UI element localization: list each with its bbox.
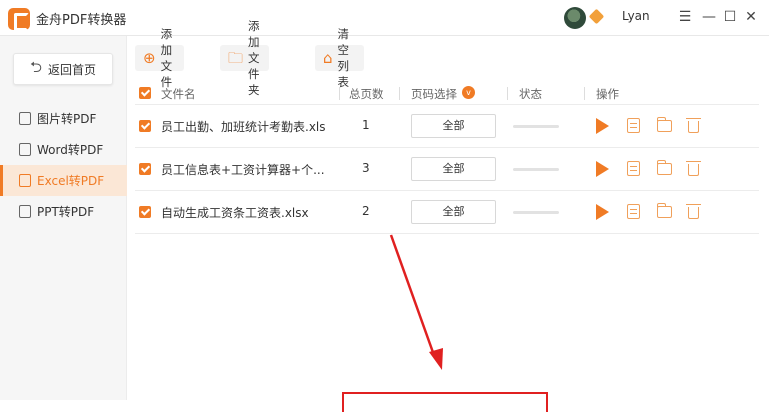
table-row: 自动生成工资条工资表.xlsx 2 全部 bbox=[135, 191, 759, 234]
trash-icon[interactable] bbox=[686, 118, 701, 133]
word-doc-icon bbox=[19, 143, 31, 156]
row-checkbox[interactable] bbox=[139, 120, 151, 132]
chevron-down-icon[interactable]: v bbox=[462, 86, 475, 99]
page-count: 1 bbox=[362, 118, 370, 132]
folder-icon[interactable] bbox=[656, 203, 672, 218]
header-filename: 文件名 bbox=[161, 87, 196, 101]
maximize-button[interactable]: ☐ bbox=[721, 8, 739, 26]
sidebar-item-image-to-pdf[interactable]: 图片转PDF bbox=[0, 103, 127, 134]
page-count: 2 bbox=[362, 204, 370, 218]
header-divider bbox=[339, 87, 340, 100]
play-icon[interactable] bbox=[596, 204, 609, 220]
page-count: 3 bbox=[362, 161, 370, 175]
file-name: 自动生成工资条工资表.xlsx bbox=[161, 206, 309, 220]
folder-icon[interactable] bbox=[656, 117, 672, 132]
add-circle-icon: ⊕ bbox=[143, 49, 156, 67]
avatar[interactable] bbox=[564, 7, 586, 29]
file-name: 员工信息表+工资计算器+个... bbox=[161, 163, 325, 177]
add-folder-button[interactable]: 🗀 添加文件夹 bbox=[220, 19, 269, 97]
sidebar-item-label: Word转PDF bbox=[37, 143, 104, 157]
trash-icon[interactable] bbox=[686, 161, 701, 176]
row-checkbox[interactable] bbox=[139, 206, 151, 218]
page-select-button[interactable]: 全部 bbox=[411, 200, 496, 224]
ppt-doc-icon bbox=[19, 205, 31, 218]
header-page-select: 页码选择 bbox=[411, 87, 457, 101]
annotation-arrow bbox=[389, 234, 443, 370]
row-checkbox[interactable] bbox=[139, 163, 151, 175]
folder-icon: 🗀 bbox=[228, 49, 244, 67]
table-header: 文件名 总页数 页码选择 状态 操作 bbox=[135, 81, 759, 105]
file-name: 员工出勤、加班统计考勤表.xls bbox=[161, 120, 326, 134]
sidebar-item-label: 图片转PDF bbox=[37, 112, 97, 126]
back-arrow-icon: ⮌ bbox=[29, 57, 42, 76]
document-icon[interactable] bbox=[627, 161, 640, 176]
play-icon[interactable] bbox=[596, 118, 609, 134]
play-icon[interactable] bbox=[596, 161, 609, 177]
page-select-button[interactable]: 全部 bbox=[411, 157, 496, 181]
app-logo-icon bbox=[8, 8, 30, 31]
table-row: 员工信息表+工资计算器+个... 3 全部 bbox=[135, 148, 759, 191]
vip-icon[interactable] bbox=[588, 8, 605, 25]
sidebar-item-ppt-to-pdf[interactable]: PPT转PDF bbox=[0, 196, 127, 227]
home-button-label: 返回首页 bbox=[48, 62, 97, 77]
excel-doc-icon bbox=[19, 174, 31, 187]
annotation-highlight-box bbox=[342, 392, 548, 412]
title-bar: 金舟PDF转换器 Lyan ☰ — ☐ ✕ bbox=[0, 0, 769, 36]
header-actions: 操作 bbox=[596, 87, 619, 101]
status-progress-bar bbox=[513, 211, 559, 214]
home-button[interactable]: ⮌ 返回首页 bbox=[13, 53, 113, 85]
app-title: 金舟PDF转换器 bbox=[36, 13, 127, 28]
menu-button[interactable]: ☰ bbox=[676, 8, 694, 26]
document-icon[interactable] bbox=[627, 204, 640, 219]
status-progress-bar bbox=[513, 125, 559, 128]
document-icon[interactable] bbox=[627, 118, 640, 133]
header-status: 状态 bbox=[519, 87, 542, 101]
header-divider bbox=[584, 87, 585, 100]
header-divider bbox=[507, 87, 508, 100]
image-icon bbox=[19, 112, 31, 125]
sidebar-item-word-to-pdf[interactable]: Word转PDF bbox=[0, 134, 127, 165]
page-select-button[interactable]: 全部 bbox=[411, 114, 496, 138]
sidebar-item-label: Excel转PDF bbox=[37, 174, 105, 188]
close-button[interactable]: ✕ bbox=[742, 8, 760, 26]
select-all-checkbox[interactable] bbox=[139, 87, 151, 99]
username[interactable]: Lyan bbox=[622, 9, 650, 23]
trash-icon[interactable] bbox=[686, 204, 701, 219]
clear-list-button[interactable]: ⌂ 清空列表 bbox=[315, 27, 364, 89]
header-divider bbox=[399, 87, 400, 100]
table-row: 员工出勤、加班统计考勤表.xls 1 全部 bbox=[135, 105, 759, 148]
status-progress-bar bbox=[513, 168, 559, 171]
sidebar-item-excel-to-pdf[interactable]: Excel转PDF bbox=[0, 165, 127, 196]
add-file-button[interactable]: ⊕ 添加文件 bbox=[135, 27, 184, 89]
sidebar: ⮌ 返回首页 图片转PDF Word转PDF Excel转PDF PPT转PDF bbox=[0, 36, 127, 400]
broom-icon: ⌂ bbox=[323, 49, 333, 67]
folder-icon[interactable] bbox=[656, 160, 672, 175]
sidebar-item-label: PPT转PDF bbox=[37, 205, 95, 219]
minimize-button[interactable]: — bbox=[700, 8, 718, 26]
header-pages: 总页数 bbox=[349, 87, 384, 101]
